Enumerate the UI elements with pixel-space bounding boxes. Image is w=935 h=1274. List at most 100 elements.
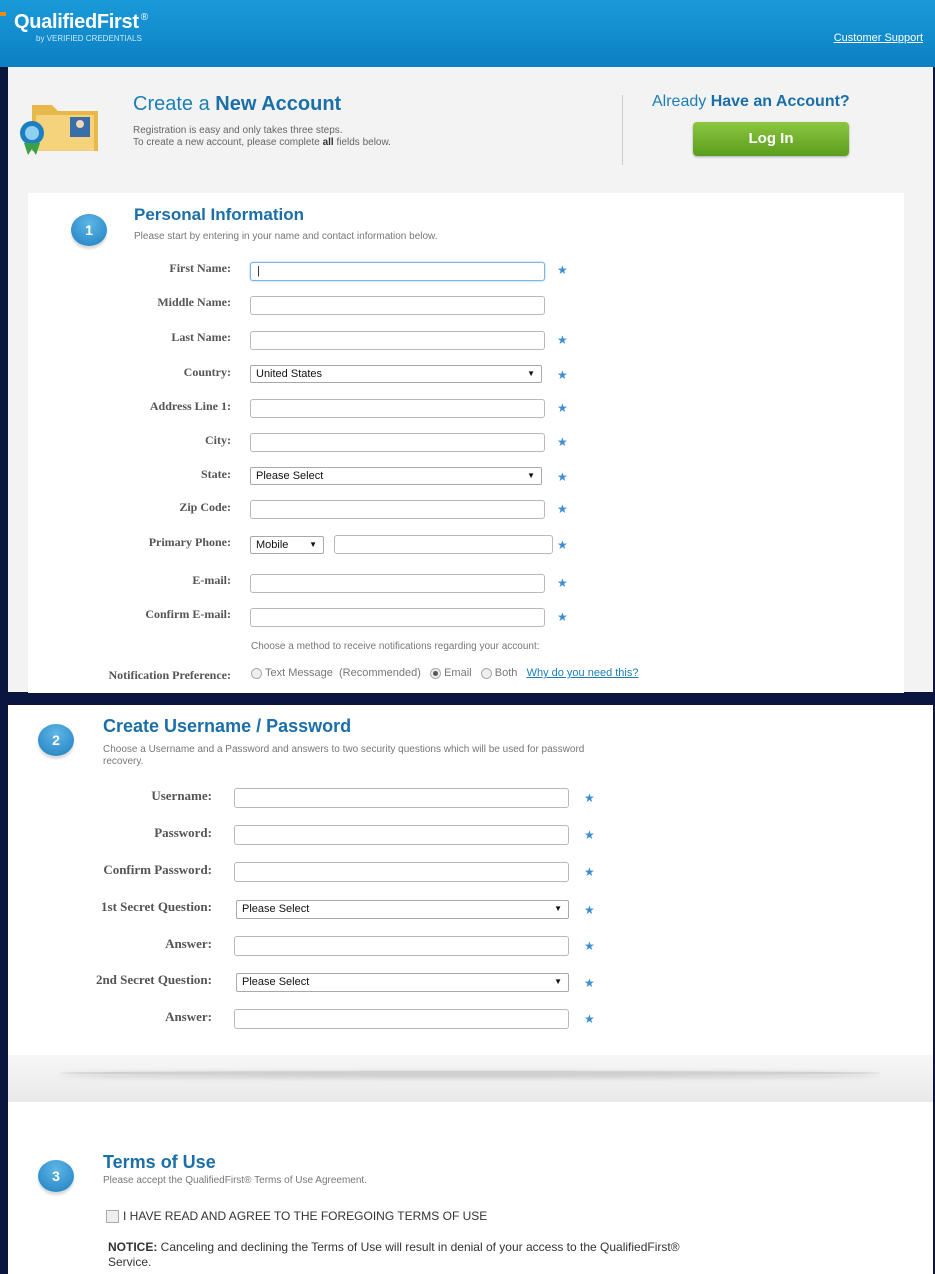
credentials-title: Create Username / Password <box>103 716 352 736</box>
required-star-icon: ★ <box>557 401 568 415</box>
create-subtitle-2-pre: To create a new account, please complete <box>133 137 323 148</box>
separator-shadow <box>60 1071 880 1075</box>
triangle-down-icon: ▼ <box>527 471 535 480</box>
personal-info-subtitle: Please start by entering in your name an… <box>134 231 438 242</box>
notification-hint: Choose a method to receive notifications… <box>251 641 540 652</box>
required-star-icon: ★ <box>584 865 595 879</box>
agree-terms-checkbox[interactable] <box>106 1210 119 1223</box>
email-input[interactable] <box>250 574 545 593</box>
create-title-prefix: Create a <box>133 93 216 115</box>
vertical-divider <box>622 95 623 165</box>
customer-support-link[interactable]: Customer Support <box>834 32 923 44</box>
second-secret-question-value: Please Select <box>242 976 310 988</box>
triangle-down-icon: ▼ <box>554 904 562 913</box>
country-label: Country: <box>183 365 231 379</box>
why-need-this-link[interactable]: Why do you need this? <box>527 667 639 679</box>
notification-options: Text Message (Recommended) Email Both Wh… <box>251 667 638 679</box>
address-line-1-input[interactable] <box>250 399 545 418</box>
log-in-button[interactable]: Log In <box>693 122 849 156</box>
address-line-1-label: Address Line 1: <box>149 399 231 413</box>
required-star-icon: ★ <box>557 502 568 516</box>
city-input[interactable] <box>250 433 545 452</box>
required-star-icon: ★ <box>557 368 568 382</box>
required-star-icon: ★ <box>557 610 568 624</box>
confirm-password-label: Confirm Password: <box>103 862 212 877</box>
second-secret-question-select[interactable]: Please Select ▼ <box>236 973 569 992</box>
state-label: State: <box>201 467 231 481</box>
radio-email[interactable] <box>430 667 442 679</box>
username-input[interactable] <box>234 788 569 808</box>
confirm-email-label: Confirm E-mail: <box>145 607 231 621</box>
required-star-icon: ★ <box>557 333 568 347</box>
triangle-down-icon: ▼ <box>527 369 535 378</box>
zip-code-label: Zip Code: <box>179 500 231 514</box>
terms-notice-line-1: NOTICE: Canceling and declining the Term… <box>108 1240 680 1254</box>
first-name-input[interactable]: | <box>250 262 545 281</box>
password-input[interactable] <box>234 825 569 845</box>
city-label: City: <box>205 433 231 447</box>
email-label: E-mail: <box>192 573 231 587</box>
personal-info-title: Personal Information <box>134 205 305 224</box>
create-subtitle-2: To create a new account, please complete… <box>133 137 391 148</box>
primary-phone-label: Primary Phone: <box>148 535 231 549</box>
create-title-bold: New Account <box>215 93 342 115</box>
required-star-icon: ★ <box>584 791 595 805</box>
required-star-icon: ★ <box>584 1012 595 1026</box>
second-answer-label: Answer: <box>165 1009 212 1024</box>
required-star-icon: ★ <box>584 939 595 953</box>
radio-email-label: Email <box>444 667 472 679</box>
already-bold: Have an Account? <box>710 93 850 110</box>
state-select[interactable]: Please Select ▼ <box>250 467 542 485</box>
confirm-password-input[interactable] <box>234 862 569 882</box>
create-subtitle-2-bold: all <box>322 137 334 148</box>
second-secret-question-label: 2nd Secret Question: <box>95 972 212 987</box>
middle-name-input[interactable] <box>250 296 545 315</box>
already-prefix: Already <box>652 93 711 110</box>
notice-label: NOTICE: <box>108 1240 158 1254</box>
folder-badge-icon <box>20 105 98 155</box>
required-star-icon: ★ <box>557 576 568 590</box>
country-select[interactable]: United States ▼ <box>250 365 542 383</box>
first-secret-question-select[interactable]: Please Select ▼ <box>236 900 569 919</box>
terms-title: Terms of Use <box>103 1152 216 1172</box>
zip-code-input[interactable] <box>250 500 545 519</box>
confirm-email-input[interactable] <box>250 608 545 627</box>
required-star-icon: ★ <box>557 538 568 552</box>
terms-notice-line-2: Service. <box>108 1255 152 1269</box>
first-answer-input[interactable] <box>234 936 569 956</box>
second-answer-input[interactable] <box>234 1009 569 1029</box>
logo-accent <box>0 12 6 16</box>
first-name-label: First Name: <box>169 261 231 275</box>
create-subtitle-2-post: fields below. <box>333 137 391 148</box>
section-separator <box>8 1055 933 1102</box>
phone-type-select[interactable]: Mobile ▼ <box>250 536 324 554</box>
logo[interactable]: QualifiedFirst ® <box>14 11 148 34</box>
primary-phone-input[interactable] <box>334 535 553 554</box>
required-star-icon: ★ <box>557 435 568 449</box>
credentials-subtitle-1: Choose a Username and a Password and ans… <box>103 744 585 755</box>
step-2-badge: 2 <box>38 724 74 756</box>
required-star-icon: ★ <box>584 903 595 917</box>
password-label: Password: <box>154 825 212 840</box>
notification-preference-label: Notification Preference: <box>108 668 231 682</box>
radio-text-message[interactable] <box>251 667 262 679</box>
logo-text: QualifiedFirst <box>14 11 139 33</box>
required-star-icon: ★ <box>557 470 568 484</box>
already-have-account-heading: Already Have an Account? <box>652 93 850 111</box>
last-name-input[interactable] <box>250 331 545 350</box>
radio-both[interactable] <box>480 667 492 679</box>
step-3-badge: 3 <box>38 1160 74 1192</box>
required-star-icon: ★ <box>557 263 568 277</box>
last-name-label: Last Name: <box>171 330 231 344</box>
middle-name-label: Middle Name: <box>157 295 231 309</box>
username-label: Username: <box>151 788 212 803</box>
phone-type-value: Mobile <box>256 539 289 551</box>
required-star-icon: ★ <box>584 828 595 842</box>
radio-text-message-label: Text Message (Recommended) <box>265 667 421 679</box>
country-select-value: United States <box>256 368 323 380</box>
required-star-icon: ★ <box>584 976 595 990</box>
triangle-down-icon: ▼ <box>554 977 562 986</box>
credentials-subtitle-2: recovery. <box>103 756 144 767</box>
agree-terms-label: I HAVE READ AND AGREE TO THE FOREGOING T… <box>123 1209 488 1223</box>
logo-registered-mark: ® <box>140 12 148 24</box>
